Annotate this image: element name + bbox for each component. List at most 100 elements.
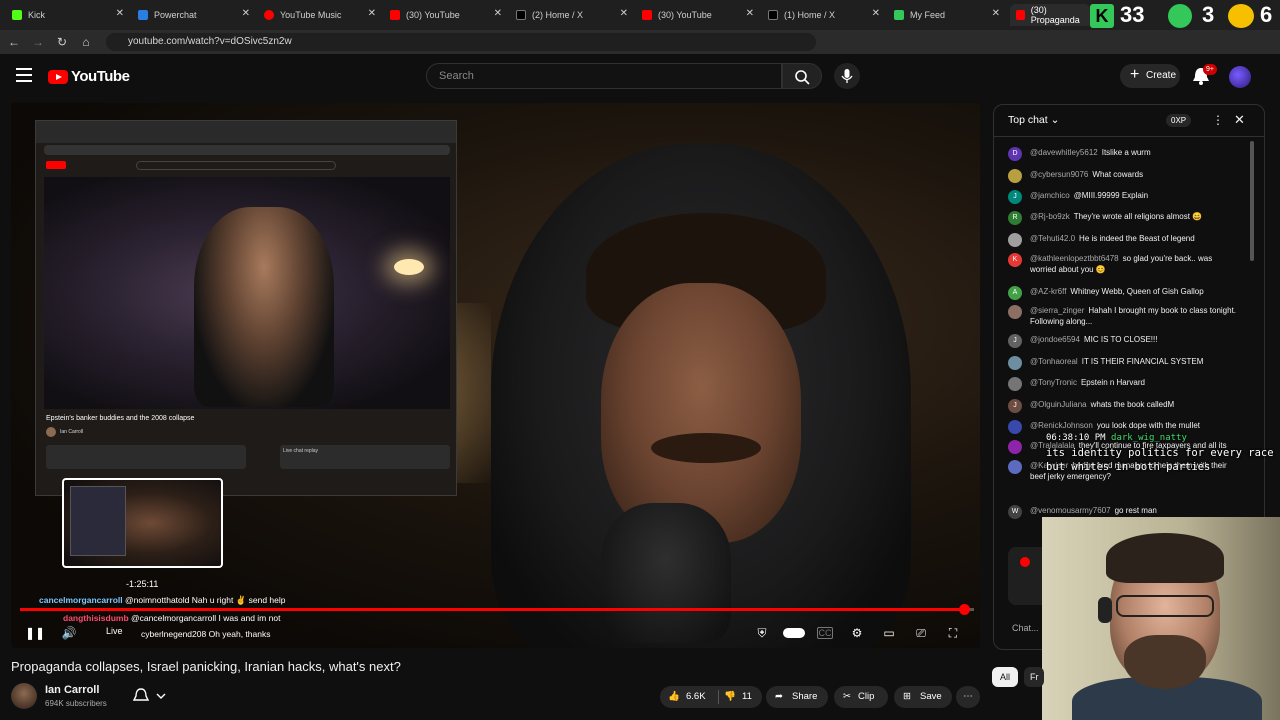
back-arrow-icon[interactable]: ← xyxy=(6,34,22,50)
chat-username[interactable]: @TonyTronic xyxy=(1030,378,1077,387)
browser-tab[interactable]: (2) Home / X ✕ xyxy=(510,4,634,26)
browser-tab-active[interactable]: (30) Propaganda xyxy=(1010,4,1090,26)
chat-username[interactable]: @jamchico xyxy=(1030,191,1070,200)
chat-username[interactable]: @Tehuti42.0 xyxy=(1030,234,1075,243)
chat-message[interactable]: A @AZ-kr6ff Whitney Webb, Queen of Gish Ga… xyxy=(1008,286,1238,300)
chat-message[interactable]: D @davewhitley5612 Itslike a wurm xyxy=(1008,147,1238,161)
channel-avatar[interactable] xyxy=(11,683,37,709)
chat-message[interactable]: @Tehuti42.0 He is indeed the Beast of leg… xyxy=(1008,233,1238,247)
chat-avatar[interactable]: W xyxy=(1008,505,1022,519)
miniplayer-icon[interactable]: ▭ xyxy=(881,625,897,641)
chat-message[interactable]: @RenickJohnson you look dope with the mul… xyxy=(1008,420,1238,434)
browser-tab[interactable]: Powerchat ✕ xyxy=(132,4,256,26)
cast-icon[interactable]: ⎚ xyxy=(913,625,929,641)
search-button[interactable] xyxy=(782,63,822,89)
browser-tab[interactable]: (30) YouTube ✕ xyxy=(384,4,508,26)
home-icon[interactable]: ⌂ xyxy=(78,34,94,50)
chat-avatar[interactable]: J xyxy=(1008,334,1022,348)
progress-bar[interactable] xyxy=(20,604,974,615)
pause-icon[interactable]: ❚❚ xyxy=(25,625,45,641)
chat-avatar[interactable]: K xyxy=(1008,253,1022,267)
share-button[interactable]: ➦ Share xyxy=(766,686,828,708)
chat-avatar[interactable] xyxy=(1008,233,1022,247)
captions-icon[interactable]: CC xyxy=(817,627,833,639)
close-icon[interactable]: ✕ xyxy=(116,8,124,19)
chat-username[interactable]: @venomousarmy7607 xyxy=(1030,506,1111,515)
fullscreen-icon[interactable]: ⛶ xyxy=(945,625,961,641)
chat-avatar[interactable] xyxy=(1008,377,1022,391)
more-vert-icon[interactable]: ⋮ xyxy=(1212,113,1224,127)
more-actions-button[interactable]: ⋯ xyxy=(956,686,980,708)
chat-avatar[interactable] xyxy=(1008,356,1022,370)
thumbs-up-icon[interactable]: 👍 xyxy=(668,686,680,708)
chat-avatar[interactable] xyxy=(1008,420,1022,434)
account-avatar[interactable] xyxy=(1229,66,1251,88)
chat-username[interactable]: @OlguinJuliana xyxy=(1030,400,1087,409)
chat-avatar[interactable] xyxy=(1008,169,1022,183)
chat-username[interactable]: @Rj-bo9zk xyxy=(1030,212,1070,221)
xp-badge[interactable]: 0XP xyxy=(1166,114,1192,127)
chat-username[interactable]: @sierra_zinger xyxy=(1030,306,1084,315)
forward-arrow-icon[interactable]: → xyxy=(30,34,46,50)
chat-message[interactable]: J @OlguinJuliana whats the book calledM xyxy=(1008,399,1238,413)
like-count[interactable]: 6.6K xyxy=(686,686,706,708)
chat-username[interactable]: @jondoe6594 xyxy=(1030,335,1080,344)
browser-tab[interactable]: My Feed ✕ xyxy=(888,4,1006,26)
thumbs-down-icon[interactable]: 👎 xyxy=(724,686,736,708)
close-icon[interactable]: ✕ xyxy=(872,8,880,19)
chat-avatar[interactable]: D xyxy=(1008,147,1022,161)
chat-avatar[interactable]: J xyxy=(1008,399,1022,413)
browser-tab[interactable]: Kick ✕ xyxy=(6,4,130,26)
youtube-logo[interactable]: YouTube xyxy=(48,68,130,85)
chat-username[interactable]: @davewhitley5612 xyxy=(1030,148,1098,157)
chat-message[interactable]: @Tonhaoreal IT IS THEIR FINANCIAL SYSTEM xyxy=(1008,356,1238,370)
url-field[interactable]: youtube.com/watch?v=dOSivc5zn2w xyxy=(106,33,816,51)
browser-tab[interactable]: (1) Home / X ✕ xyxy=(762,4,886,26)
dislike-count[interactable]: 11 xyxy=(742,686,752,708)
chat-avatar[interactable] xyxy=(1008,305,1022,319)
channel-name[interactable]: Ian Carroll xyxy=(45,684,99,696)
search-input[interactable]: Search xyxy=(426,63,782,89)
chat-message[interactable]: J @jondoe6594 MIC IS TO CLOSE!!! xyxy=(1008,334,1238,348)
reload-icon[interactable]: ↻ xyxy=(54,34,70,50)
chat-message[interactable]: @TonyTronic Epstein n Harvard xyxy=(1008,377,1238,391)
chat-username[interactable]: @RenickJohnson xyxy=(1030,421,1093,430)
close-icon[interactable]: ✕ xyxy=(494,8,502,19)
chat-message[interactable]: K @kathleenlopeztbbt6478 so glad you're ba… xyxy=(1008,253,1238,275)
chat-username[interactable]: @AZ-kr6ff xyxy=(1030,287,1066,296)
settings-gear-icon[interactable]: ⚙ xyxy=(849,625,865,641)
chat-avatar[interactable]: J xyxy=(1008,190,1022,204)
clip-button[interactable]: ✂ Clip xyxy=(834,686,888,708)
chat-message[interactable]: @cybersun9076 What cowards xyxy=(1008,169,1238,183)
browser-tab[interactable]: YouTube Music ✕ xyxy=(258,4,382,26)
close-icon[interactable]: ✕ xyxy=(992,8,1000,19)
filter-chip-friends[interactable]: Fr xyxy=(1024,667,1044,687)
close-icon[interactable]: ✕ xyxy=(242,8,250,19)
chat-avatar[interactable] xyxy=(1008,440,1022,454)
chat-input[interactable]: Chat... xyxy=(1012,623,1039,633)
chat-username[interactable]: @Tonhaoreal xyxy=(1030,357,1078,366)
browser-tab[interactable]: (30) YouTube ✕ xyxy=(636,4,760,26)
chat-avatar[interactable]: R xyxy=(1008,211,1022,225)
hamburger-menu-icon[interactable] xyxy=(16,68,32,82)
chat-avatar[interactable]: A xyxy=(1008,286,1022,300)
chat-username[interactable]: @cybersun9076 xyxy=(1030,170,1088,179)
close-icon[interactable]: ✕ xyxy=(620,8,628,19)
chat-scrollbar[interactable] xyxy=(1250,141,1254,261)
chat-message[interactable]: J @jamchico @MIII.99999 Explain xyxy=(1008,190,1238,204)
close-icon[interactable]: ✕ xyxy=(368,8,376,19)
autoplay-toggle[interactable] xyxy=(783,628,805,638)
top-chat-dropdown[interactable]: Top chat ⌄ xyxy=(1008,114,1059,126)
chat-message[interactable]: @sierra_zinger Hahah I brought my book to… xyxy=(1008,305,1238,327)
chat-avatar[interactable] xyxy=(1008,460,1022,474)
save-button[interactable]: ⊞ Save xyxy=(894,686,952,708)
close-icon[interactable]: ✕ xyxy=(746,8,754,19)
close-icon[interactable]: ✕ xyxy=(1234,112,1245,128)
voice-search-button[interactable] xyxy=(834,63,860,89)
chat-message[interactable]: R @Rj-bo9zk They're wrote all religions al… xyxy=(1008,211,1238,225)
subscription-bell-button[interactable] xyxy=(132,686,172,706)
create-button[interactable]: Create xyxy=(1120,63,1180,88)
volume-icon[interactable]: 🔊 xyxy=(61,625,77,641)
chat-username[interactable]: @kathleenlopeztbbt6478 xyxy=(1030,254,1119,263)
video-player[interactable]: Epstein's banker buddies and the 2008 co… xyxy=(11,103,980,648)
